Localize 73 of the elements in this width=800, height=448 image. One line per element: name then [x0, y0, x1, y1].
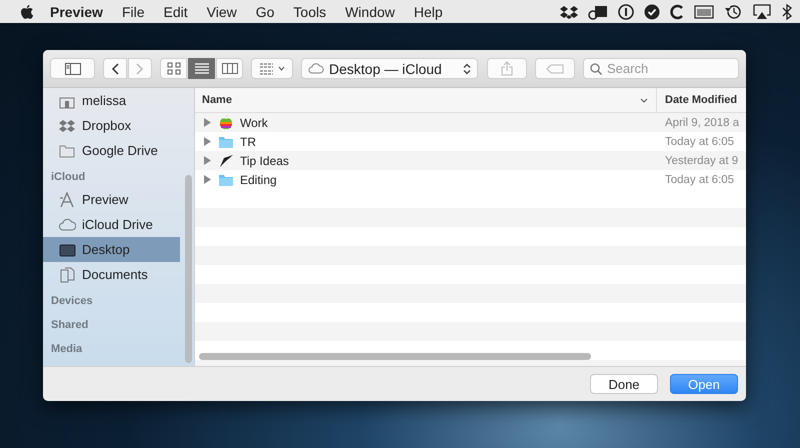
column-header[interactable]: Date Modified: [657, 88, 746, 112]
date-cell-text: Yesterday at 9: [664, 154, 740, 166]
folder-icon: [218, 134, 234, 149]
search-icon: [590, 62, 602, 74]
sidebar-item[interactable]: Google Drive: [43, 138, 180, 163]
stepper-icon: [463, 62, 471, 74]
date-cell-text: Today at 6:05: [664, 174, 736, 186]
folder-icon: [59, 142, 76, 158]
list-icon: [194, 62, 208, 75]
c-shape-icon[interactable]: [670, 4, 684, 20]
share-icon: [501, 61, 513, 76]
apps-icon: [59, 192, 76, 208]
sidebar-section-header: Media: [50, 342, 84, 357]
disclosure-triangle-icon[interactable]: [203, 156, 212, 165]
back-button[interactable]: [103, 58, 127, 79]
checkmark-circle-icon[interactable]: [644, 4, 660, 20]
sidebar-section-header: Devices: [50, 294, 94, 309]
location-popup[interactable]: Desktop — iCloud: [301, 58, 478, 79]
menu-item[interactable]: Go: [256, 4, 274, 20]
menu-item[interactable]: Help: [414, 4, 443, 20]
menu-item[interactable]: View: [206, 4, 237, 20]
chevron-down-icon: [640, 98, 648, 102]
columns-icon: [222, 62, 238, 75]
sidebar-section-header: Shared: [50, 318, 90, 333]
folder-icon: [218, 172, 234, 187]
sidebar-icon: [64, 62, 80, 74]
search-field[interactable]: Search: [607, 61, 727, 76]
sidebar-item[interactable]: iCloud Drive: [43, 212, 180, 237]
tag-icon: [546, 64, 564, 74]
chevron-right-icon: [136, 62, 144, 74]
app-menu[interactable]: Preview: [50, 4, 103, 20]
sidebar-item[interactable]: Preview: [43, 187, 180, 212]
bluetooth-icon[interactable]: [782, 4, 792, 20]
sidebar-item[interactable]: Dropbox: [43, 113, 180, 138]
menu-item[interactable]: Tools: [293, 4, 326, 20]
menu-item[interactable]: Edit: [164, 4, 188, 20]
disclosure-triangle-icon[interactable]: [203, 175, 212, 184]
date-cell-text: April 9, 2018 a: [664, 116, 740, 128]
sidebar-item[interactable]: Documents: [43, 262, 180, 287]
scrollbar-thumb[interactable]: [185, 175, 192, 363]
documents-icon: [59, 266, 76, 282]
chevron-left-icon: [111, 62, 119, 74]
sidebar-item[interactable]: melissa: [43, 88, 180, 113]
disclosure-triangle-icon[interactable]: [203, 118, 212, 127]
arrange-icon: [259, 62, 274, 74]
desktop-icon: [59, 242, 76, 258]
menu-item[interactable]: Window: [345, 4, 395, 20]
menu-item[interactable]: File: [122, 4, 144, 20]
column-header[interactable]: Name: [195, 88, 657, 112]
scrollbar-thumb[interactable]: [199, 353, 591, 360]
sidebar-section-header: iCloud: [50, 170, 86, 185]
file-name[interactable]: Tip Ideas: [240, 154, 289, 168]
disclosure-triangle-icon[interactable]: [203, 137, 212, 146]
view-mode-button[interactable]: [188, 58, 215, 79]
apple-icon: [218, 115, 234, 130]
file-name[interactable]: TR: [240, 134, 256, 148]
dropbox-icon: [59, 118, 76, 134]
file-name[interactable]: Work: [240, 116, 268, 130]
file-name[interactable]: Editing: [240, 172, 277, 186]
grid-icon: [166, 62, 180, 75]
cloud-icon: [59, 216, 76, 232]
apple-logo-icon[interactable]: [20, 4, 34, 20]
search-field[interactable]: Search: [583, 58, 739, 79]
done-button[interactable]: Done: [590, 374, 658, 394]
sidebar-item[interactable]: Desktop: [43, 237, 180, 262]
arrange-button[interactable]: [251, 58, 293, 79]
pen-icon: [218, 153, 234, 168]
dropbox-icon[interactable]: [560, 4, 578, 18]
date-cell-text: Today at 6:05: [664, 136, 736, 148]
sidebar-toggle-button[interactable]: [50, 58, 95, 79]
caret-icon: [278, 66, 285, 71]
info-circle-icon[interactable]: [618, 4, 634, 20]
cloud-icon: [308, 63, 324, 74]
